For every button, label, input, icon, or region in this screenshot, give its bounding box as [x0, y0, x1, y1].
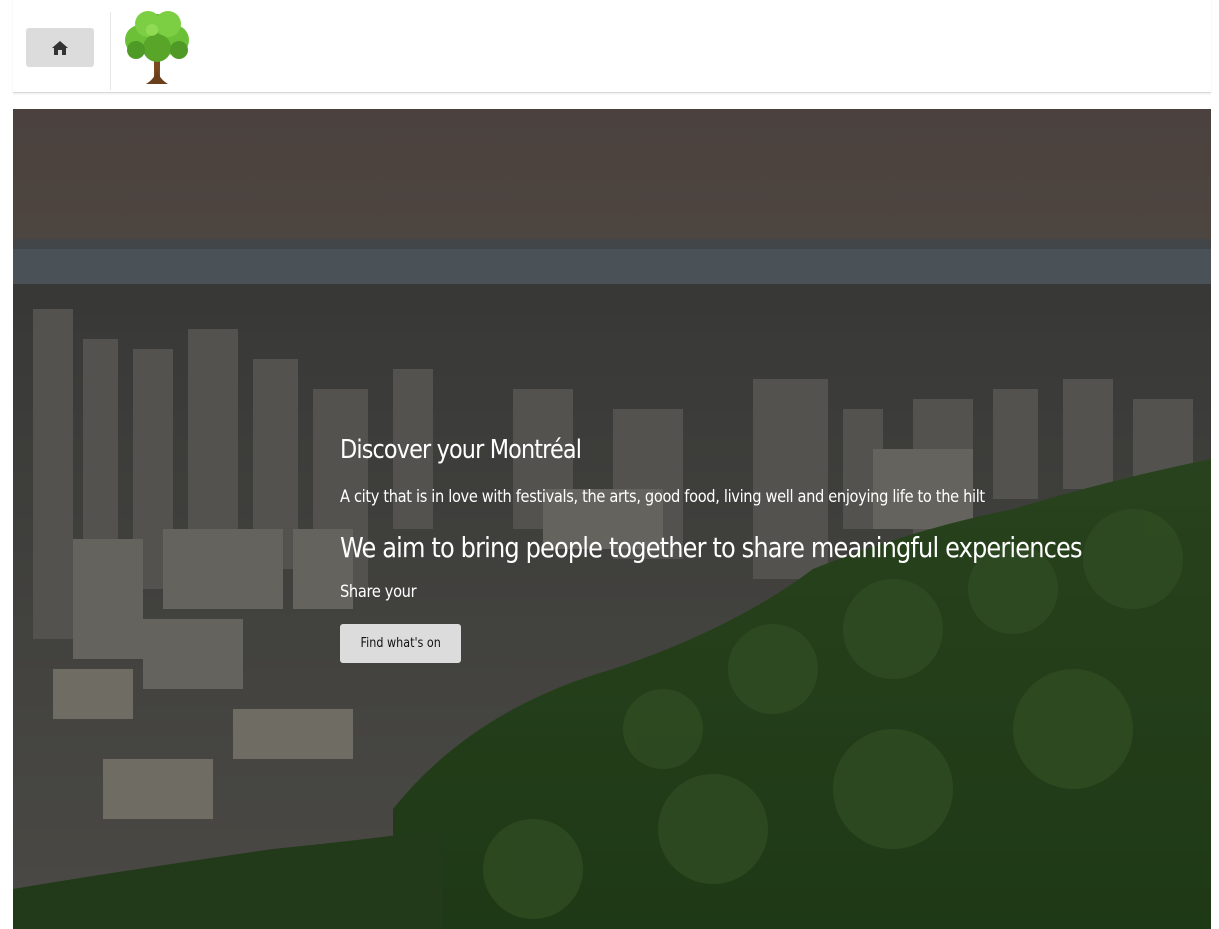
- hero-section: Discover your Montréal A city that is in…: [13, 109, 1211, 929]
- find-whats-on-label: Find what's on: [360, 636, 441, 651]
- hero-mission-heading: We aim to bring people together to share…: [340, 531, 1082, 564]
- navbar-divider: [110, 12, 111, 90]
- hero-title: Discover your Montréal: [340, 435, 582, 465]
- hero-tagline: A city that is in love with festivals, t…: [340, 487, 985, 507]
- home-button[interactable]: [26, 28, 94, 67]
- tree-logo-icon[interactable]: [116, 8, 198, 86]
- home-icon: [52, 40, 68, 55]
- find-whats-on-button[interactable]: Find what's on: [340, 624, 461, 663]
- top-navbar: [13, 0, 1211, 93]
- hero-share-text: Share your: [340, 582, 417, 602]
- hero-content: Discover your Montréal A city that is in…: [340, 435, 1100, 663]
